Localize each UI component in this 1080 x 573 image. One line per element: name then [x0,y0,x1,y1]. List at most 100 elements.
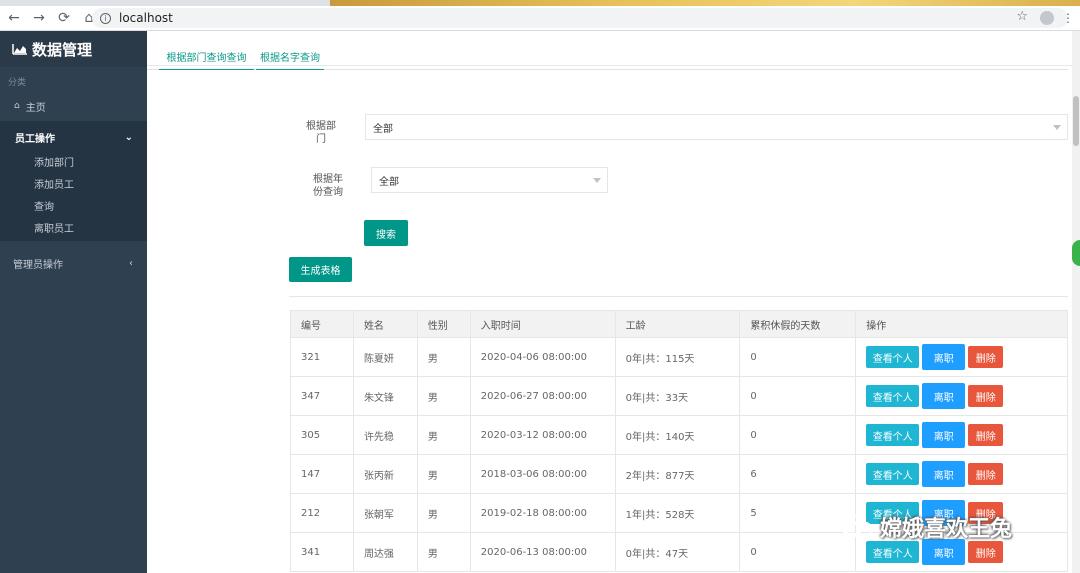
table-header-row: 编号 姓名 性别 入职时间 工龄 累积休假的天数 操作 [290,310,1068,338]
home-icon: ⌂ [14,101,20,111]
scrollbar-thumb[interactable] [1073,96,1079,146]
view-person-button[interactable]: 查看个人 [866,463,920,485]
table-actions-cell: 查看个人 离职 删除 [855,376,1068,416]
query-tabs: 根据部门查询查询 根据名字查询 [147,44,1068,70]
table-header-cell: 入职时间 [469,310,616,338]
table-cell: 2019-02-18 08:00:00 [469,493,616,533]
table-cell: 0年|共：140天 [614,415,741,455]
forward-icon[interactable]: → [28,7,50,29]
sidebar-item-label: 主页 [25,102,46,114]
sidebar-item-add-department[interactable]: 添加部门 [0,153,147,175]
table-cell: 0年|共：47天 [614,532,741,572]
area-chart-icon [12,44,27,55]
view-person-button[interactable]: 查看个人 [866,541,920,563]
table-actions-cell: 查看个人 离职 删除 [855,415,1068,455]
bookmark-star-icon[interactable]: ☆ [1016,9,1028,24]
table-cell: 2年|共：877天 [614,454,741,494]
sidebar: 数据管理 分类 ⌂ 主页 员工操作 ⌄ 添加部门 添加员工 查询 离职员工 管理… [0,31,147,573]
table-cell: 305 [290,415,354,455]
tab-query-by-name[interactable]: 根据名字查询 [256,49,324,70]
watermark: 嫦娥喜欢王兔 [838,512,1058,542]
resign-button[interactable]: 离职 [922,383,966,409]
sidebar-item-add-employee[interactable]: 添加员工 [0,175,147,197]
table-cell: 男 [416,337,471,377]
sidebar-group-employee-header[interactable]: 员工操作 ⌄ [0,121,147,153]
view-person-button[interactable]: 查看个人 [866,385,920,407]
delete-button[interactable]: 删除 [968,385,1004,407]
divider [289,296,1068,297]
table-row: 321 陈夏妍男 2020-04-06 08:00:00 0年|共：115天 0 查看个人… [290,337,1068,377]
table-actions-cell: 查看个人 离职 删除 [855,454,1068,494]
chevron-down-icon [1053,125,1061,130]
delete-button[interactable]: 删除 [968,424,1004,446]
table-cell: 男 [416,376,471,416]
delete-button[interactable]: 删除 [968,463,1004,485]
table-cell: 1年|共：528天 [614,493,741,533]
table-cell: 2020-06-27 08:00:00 [469,376,616,416]
view-person-button[interactable]: 查看个人 [866,424,920,446]
brand: 数据管理 [0,31,147,67]
generate-table-button[interactable]: 生成表格 [289,257,352,282]
wechat-icon [839,515,873,539]
sidebar-group-admin[interactable]: 管理员操作 ‹ [0,247,147,279]
table-cell: 0年|共：115天 [614,337,741,377]
department-select[interactable]: 全部 [365,114,1068,140]
table-header-cell: 累积休假的天数 [739,310,857,338]
chevron-down-icon [593,178,601,183]
table-cell: 陈夏妍 [352,337,418,377]
address-bar[interactable]: i localhost ☆ [92,8,1068,28]
sidebar-item-resigned[interactable]: 离职员工 [0,219,147,241]
table-cell: 0 [739,415,857,455]
watermark-text: 嫦娥喜欢王兔 [880,517,1013,542]
table-header-cell: 工龄 [614,310,741,338]
profile-avatar[interactable] [1040,11,1054,25]
table-cell: 朱文锋 [352,376,418,416]
table-cell: 周达强 [352,532,418,572]
department-select-value: 全部 [373,123,393,135]
floating-badge[interactable] [1072,240,1080,266]
table-row: 147 张丙新男 2018-03-06 08:00:00 2年|共：877天 6 查看个人… [290,454,1068,494]
table-cell: 2020-04-06 08:00:00 [469,337,616,377]
resign-button[interactable]: 离职 [922,344,966,370]
table-cell: 0年|共：33天 [614,376,741,416]
back-icon[interactable]: ← [3,7,25,29]
browser-menu-icon[interactable]: ⋮ [1062,12,1074,24]
table-header-cell: 姓名 [352,310,418,338]
resign-button[interactable]: 离职 [922,422,966,448]
view-person-button[interactable]: 查看个人 [866,346,920,368]
section-label: 分类 [8,78,27,88]
table-cell: 147 [290,454,354,494]
table-cell: 许先稳 [352,415,418,455]
tab-query-by-department[interactable]: 根据部门查询查询 [159,49,254,70]
table-actions-cell: 查看个人 离职 删除 [855,337,1068,377]
table-cell: 张丙新 [352,454,418,494]
search-button[interactable]: 搜索 [364,220,408,246]
scrollbar[interactable] [1072,31,1080,573]
chevron-down-icon: ⌄ [124,131,133,143]
reload-icon[interactable]: ⟳ [53,7,75,29]
resign-button[interactable]: 离职 [922,461,966,487]
sidebar-item-home[interactable]: ⌂ 主页 [0,91,147,121]
table-header-cell: 性别 [416,310,471,338]
table-cell: 张朝军 [352,493,418,533]
chevron-left-icon: ‹ [129,257,133,269]
table-cell: 0 [739,337,857,377]
table-cell: 347 [290,376,354,416]
delete-button[interactable]: 删除 [968,346,1004,368]
url-text[interactable]: localhost [119,11,173,25]
sidebar-item-query[interactable]: 查询 [0,197,147,219]
brand-title: 数据管理 [32,40,93,59]
table-cell: 男 [416,493,471,533]
sidebar-group-label: 员工操作 [15,133,55,145]
year-select[interactable]: 全部 [371,167,608,193]
table-cell: 6 [739,454,857,494]
table-header-cell: 编号 [290,310,354,338]
table-header-cell: 操作 [855,310,1068,338]
year-select-value: 全部 [379,176,399,188]
table-row: 347 朱文锋男 2020-06-27 08:00:00 0年|共：33天 0 查看个人离… [290,376,1068,416]
delete-button[interactable]: 删除 [968,541,1004,563]
site-info-icon[interactable]: i [100,12,111,24]
sidebar-group-label: 管理员操作 [13,259,63,271]
sidebar-group-employee: 员工操作 ⌄ 添加部门 添加员工 查询 离职员工 [0,121,147,241]
table-cell: 321 [290,337,354,377]
